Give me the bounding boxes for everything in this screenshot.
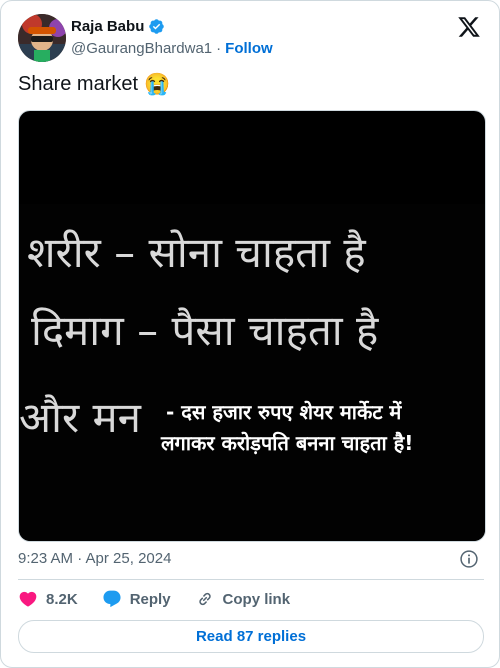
dot-separator: · [216,40,222,57]
tweet-card: Raja Babu @GaurangBhardwa1 · Follow Shar… [0,0,500,668]
image-line-1: शरीर – सोना चाहता है [27,228,366,277]
copy-link-button[interactable]: Copy link [195,589,291,609]
image-line-4: - दस हजार रुपए शेयर मार्केट में [166,400,402,424]
x-logo-icon[interactable] [457,15,481,39]
author-handle-row: @GaurangBhardwa1 · Follow [71,40,273,57]
avatar[interactable] [18,14,66,62]
author-handle[interactable]: @GaurangBhardwa1 [71,40,212,57]
author-name[interactable]: Raja Babu [71,18,144,35]
divider [18,579,484,580]
tweet-timestamp[interactable]: 9:23 AM · Apr 25, 2024 [18,550,171,567]
info-icon[interactable] [459,549,479,569]
action-bar: 8.2K Reply Copy link [18,589,314,609]
verified-badge-icon [149,19,165,34]
image-line-2: दिमाग – पैसा चाहता है [31,306,379,355]
image-line-5: लगाकर करोड़पति बनना चाहता है! [161,431,414,455]
tweet-image[interactable]: शरीर – सोना चाहता है दिमाग – पैसा चाहता … [18,110,486,542]
crying-face-emoji-icon: 😭 [144,73,171,96]
like-button[interactable]: 8.2K [18,589,78,609]
tweet-body: Share market [18,73,139,95]
follow-button[interactable]: Follow [225,40,273,57]
heart-icon [19,591,37,607]
reply-button[interactable]: Reply [102,589,171,609]
like-count: 8.2K [46,590,78,608]
read-replies-button[interactable]: Read 87 replies [18,620,484,653]
reply-bubble-icon [103,590,121,608]
image-line-3: और मन [19,393,141,442]
link-icon [198,592,211,606]
avatar-image [18,14,66,62]
tweet-text: Share market 😭 [18,73,170,96]
author-name-row: Raja Babu [71,18,165,35]
reply-label: Reply [129,590,171,608]
copy-link-label: Copy link [222,590,291,608]
